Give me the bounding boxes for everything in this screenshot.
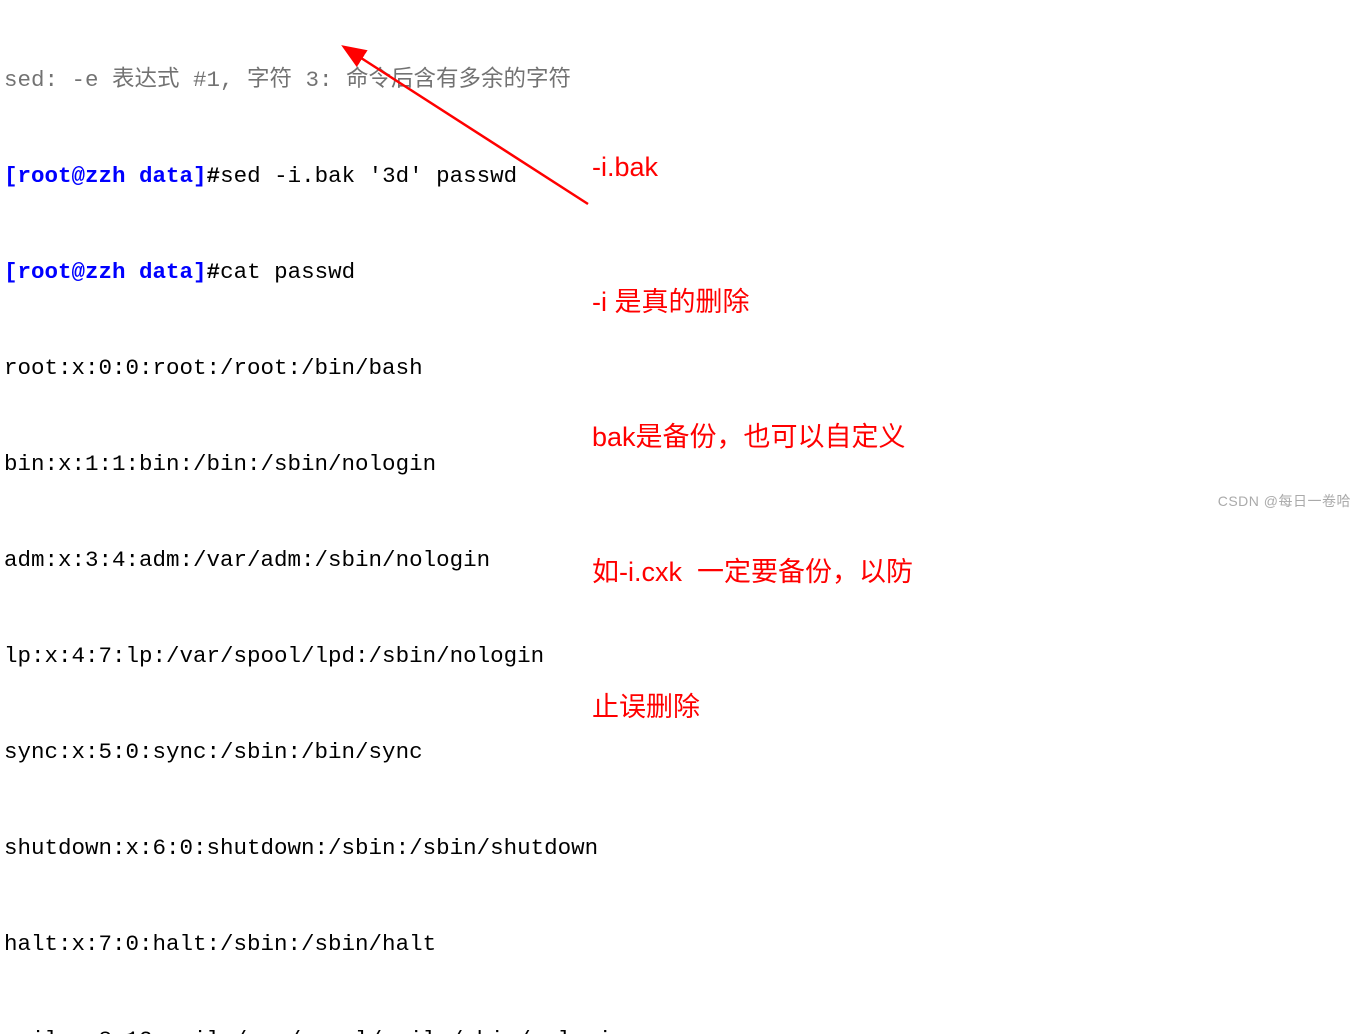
prompt-hash: # [207, 259, 221, 285]
prompt-line-2: [root@zzh data]#cat passwd [4, 256, 625, 288]
annotation-line: bak是备份，也可以自定义 [592, 415, 913, 460]
csdn-watermark: CSDN @每日一卷哈 [1218, 491, 1351, 511]
prompt-hash: # [207, 163, 221, 189]
shell-prompt: [root@zzh data] [4, 259, 207, 285]
file-line: sync:x:5:0:sync:/sbin:/bin/sync [4, 736, 625, 768]
annotation-line: 如-i.cxk 一定要备份，以防 [592, 550, 913, 595]
sed-error-line: sed: -e 表达式 #1, 字符 3: 命令后含有多余的字符 [4, 64, 625, 96]
file-line: adm:x:3:4:adm:/var/adm:/sbin/nologin [4, 544, 625, 576]
command-sed: sed -i.bak '3d' passwd [220, 163, 517, 189]
annotation-callout: -i.bak -i 是真的删除 bak是备份，也可以自定义 如-i.cxk 一定… [592, 55, 913, 775]
file-line: shutdown:x:6:0:shutdown:/sbin:/sbin/shut… [4, 832, 625, 864]
terminal-output: sed: -e 表达式 #1, 字符 3: 命令后含有多余的字符 [root@z… [0, 0, 625, 1034]
file-line: root:x:0:0:root:/root:/bin/bash [4, 352, 625, 384]
annotation-line: -i 是真的删除 [592, 280, 913, 325]
file-line: mail:x:8:12:mail:/var/spool/mail:/sbin/n… [4, 1024, 625, 1034]
file-line: bin:x:1:1:bin:/bin:/sbin/nologin [4, 448, 625, 480]
annotation-line: 止误删除 [592, 685, 913, 730]
shell-prompt: [root@zzh data] [4, 163, 207, 189]
file-line: halt:x:7:0:halt:/sbin:/sbin/halt [4, 928, 625, 960]
file-line: lp:x:4:7:lp:/var/spool/lpd:/sbin/nologin [4, 640, 625, 672]
prompt-line-1: [root@zzh data]#sed -i.bak '3d' passwd [4, 160, 625, 192]
annotation-line: -i.bak [592, 145, 913, 190]
command-cat: cat passwd [220, 259, 355, 285]
